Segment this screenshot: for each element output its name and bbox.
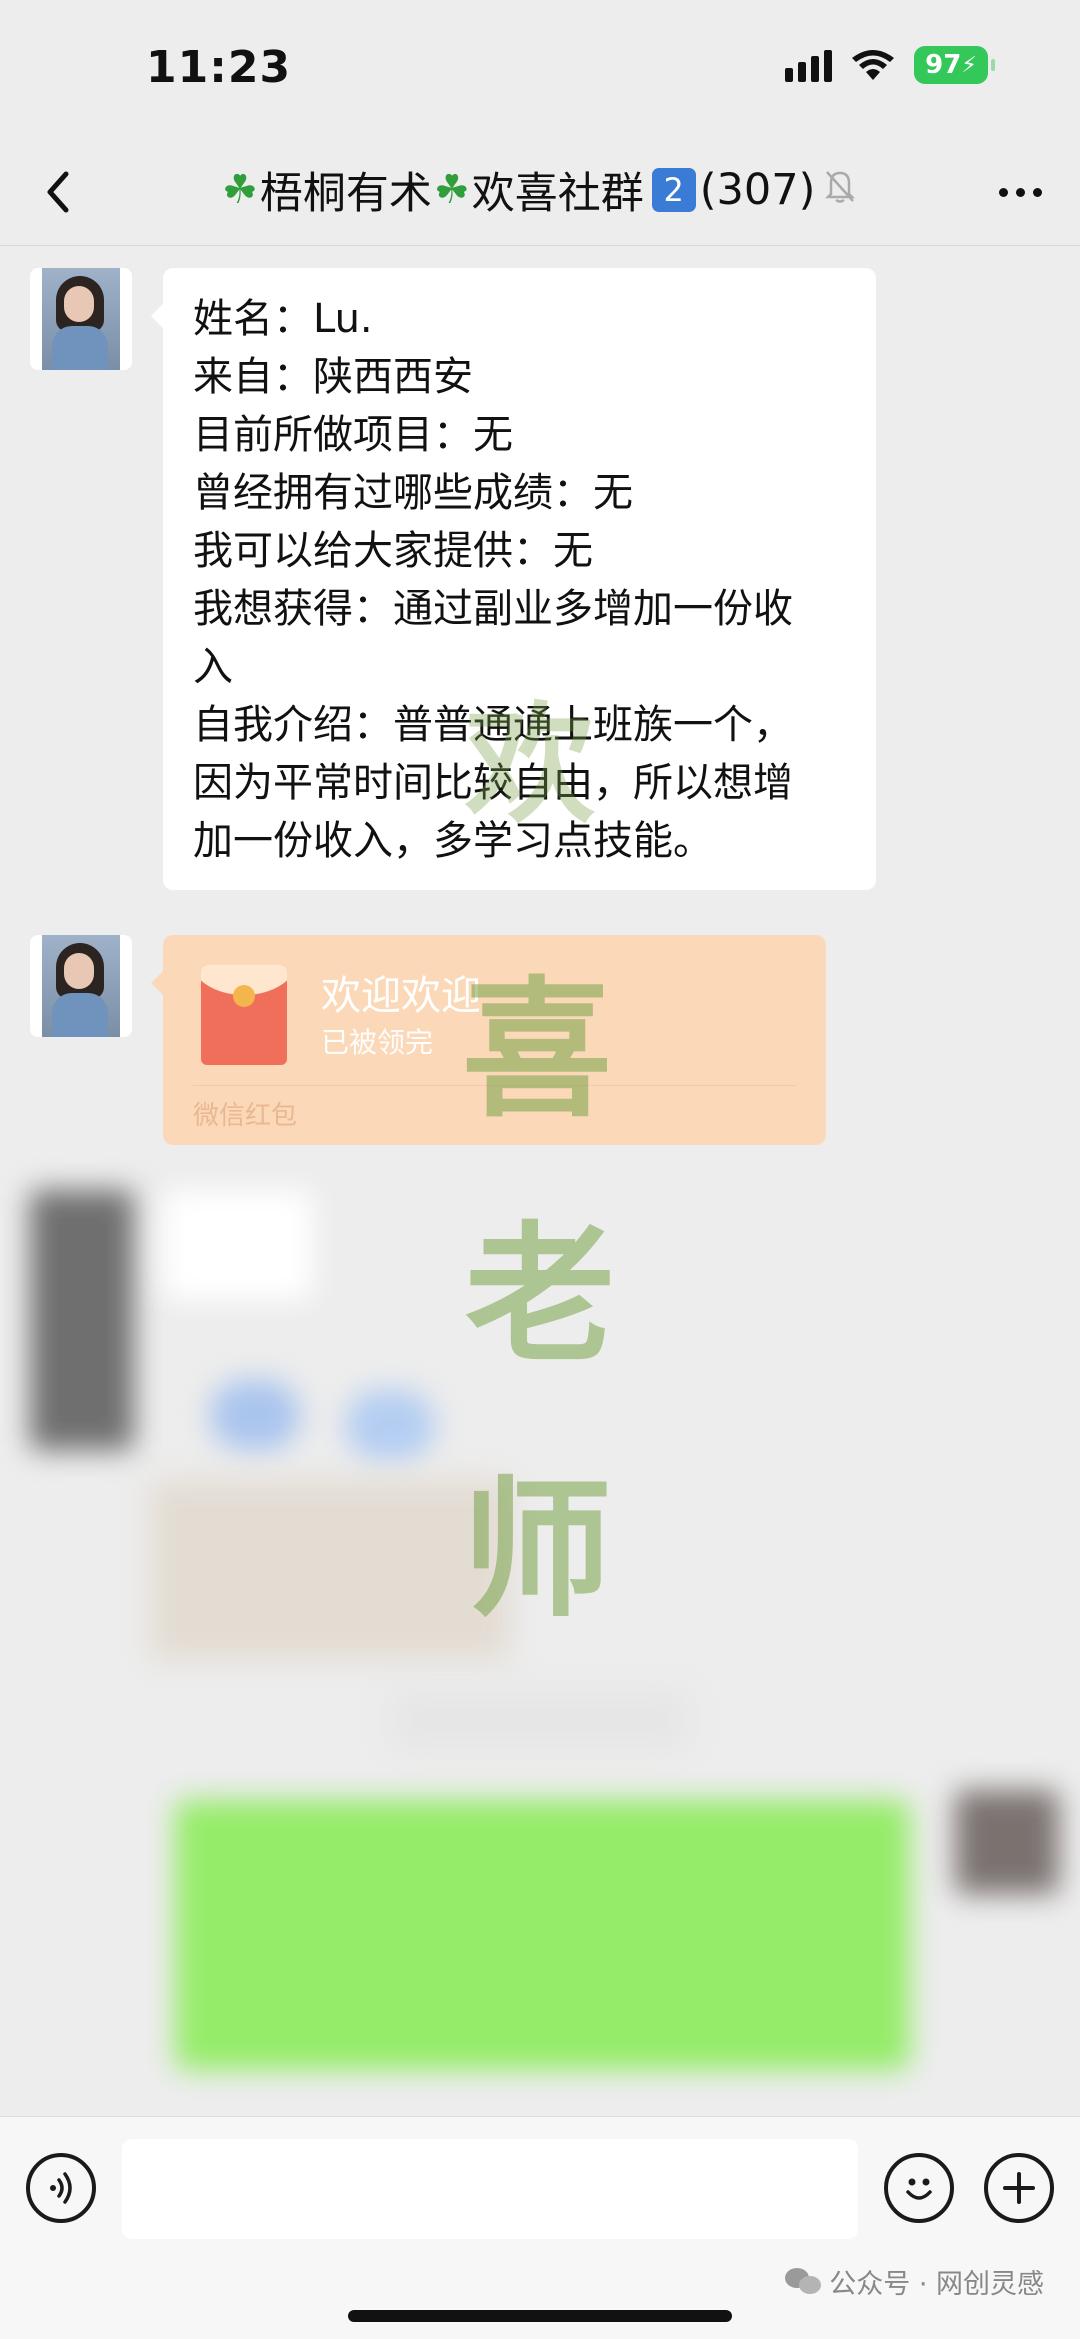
- input-bar: [0, 2116, 1080, 2339]
- red-packet-icon: [201, 965, 287, 1065]
- back-icon: [47, 171, 69, 213]
- avatar[interactable]: [30, 268, 132, 370]
- chat-header: ☘ 梧桐有术 ☘ 欢喜社群 2 (307): [0, 140, 1080, 246]
- chat-title-part1: 梧桐有术: [259, 169, 432, 219]
- footer-credit-text: 公众号 · 网创灵感: [829, 2269, 1044, 2300]
- message-line: 来自：陕西西安: [193, 354, 473, 400]
- battery-level: 97: [925, 50, 962, 80]
- member-count: (307): [699, 165, 816, 215]
- more-button[interactable]: [990, 170, 1050, 214]
- message-line: 目前所做项目：无: [193, 412, 513, 458]
- blurred-element: [345, 1390, 435, 1460]
- voice-button[interactable]: [26, 2153, 96, 2223]
- message-line: 曾经拥有过哪些成绩：无: [193, 470, 633, 516]
- clover-icon: ☘: [433, 167, 470, 213]
- chat-title[interactable]: ☘ 梧桐有术 ☘ 欢喜社群 2 (307): [220, 160, 857, 220]
- wechat-logo-icon: [785, 2267, 822, 2296]
- home-indicator: [348, 2310, 732, 2322]
- plus-icon: [1003, 2172, 1035, 2204]
- battery-icon: 97 ⚡: [914, 46, 995, 84]
- message-line: 姓名：Lu.: [193, 296, 373, 342]
- mute-bell-icon: [823, 165, 857, 215]
- blurred-timestamp: [390, 1690, 690, 1750]
- blurred-avatar: [30, 1190, 134, 1450]
- watermark-char: 师: [462, 1462, 613, 1638]
- message-line: 我想获得：通过副业多增加一份收: [193, 586, 793, 632]
- blurred-element: [210, 1380, 300, 1450]
- red-packet-title: 欢迎欢迎: [321, 973, 481, 1019]
- red-packet-label: 微信红包: [193, 1101, 298, 1131]
- watermark-char: 喜: [462, 962, 613, 1138]
- status-indicators: 97 ⚡: [785, 46, 995, 84]
- message-line: 我可以给大家提供：无: [193, 528, 593, 574]
- clover-icon: ☘: [222, 167, 258, 213]
- wifi-icon: [850, 48, 896, 82]
- watermark-char: 老: [465, 1207, 616, 1383]
- avatar[interactable]: [30, 935, 132, 1037]
- voice-icon: [50, 2172, 72, 2204]
- cellular-signal-icon: [785, 48, 832, 82]
- status-time: 11:23: [146, 42, 292, 93]
- more-icon: [998, 187, 1008, 197]
- chat-title-part2: 欢喜社群: [471, 169, 644, 219]
- own-message-bubble[interactable]: [175, 1800, 910, 2070]
- status-bar: 11:23 97 ⚡: [0, 0, 1080, 140]
- emoji-button[interactable]: [884, 2153, 954, 2223]
- blurred-bubble: [163, 1190, 313, 1300]
- emoji-icon: [906, 2178, 932, 2200]
- red-packet-status: 已被领完: [321, 1026, 434, 1059]
- own-avatar[interactable]: [955, 1790, 1059, 1894]
- plus-button[interactable]: [984, 2153, 1054, 2223]
- blurred-image: [150, 1480, 510, 1660]
- group-number-badge: 2: [651, 168, 696, 212]
- footer-credit: 公众号 · 网创灵感: [785, 2262, 1044, 2301]
- back-button[interactable]: [30, 162, 90, 222]
- message-input[interactable]: [122, 2139, 858, 2239]
- watermark-char: 欢: [465, 688, 596, 841]
